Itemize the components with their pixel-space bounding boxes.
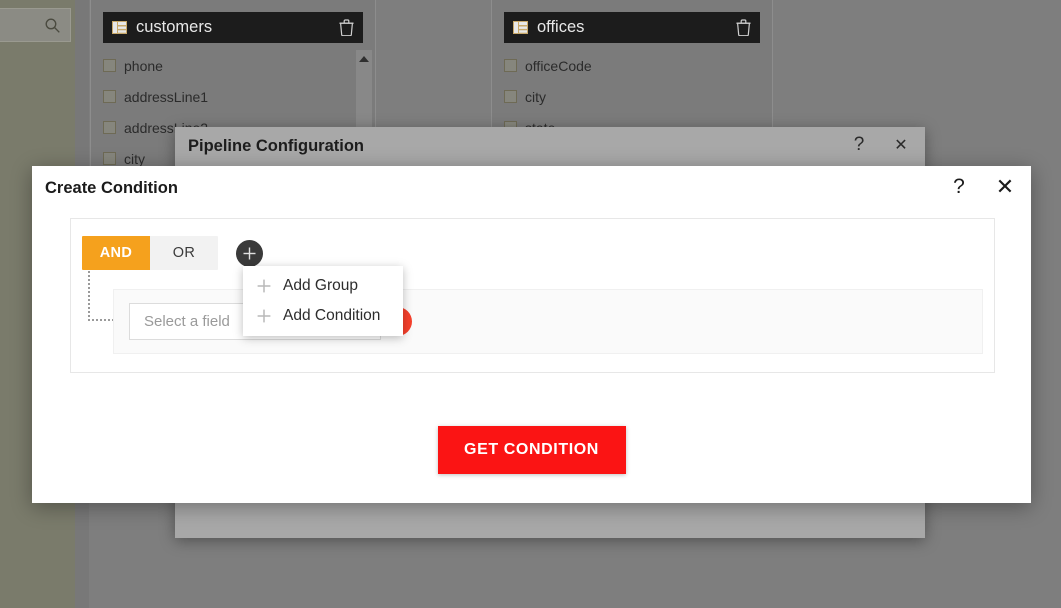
dialog-title: Create Condition <box>45 179 178 197</box>
operator-toggle-group: AND OR <box>82 236 218 270</box>
menu-item-label: Add Group <box>283 277 358 294</box>
table-card-header[interactable]: customers <box>103 12 363 43</box>
dialog-actions: ? ✕ <box>945 173 1019 201</box>
table-field-label: phone <box>124 57 163 74</box>
table-field-label: city <box>525 88 546 105</box>
table-field-row[interactable]: phone <box>103 50 363 81</box>
trash-icon[interactable] <box>339 19 354 36</box>
create-condition-dialog: Create Condition ? ✕ AND OR Select a fie… <box>32 166 1031 503</box>
close-icon[interactable]: ✕ <box>887 131 915 159</box>
search-input[interactable] <box>0 8 71 42</box>
checkbox[interactable] <box>103 152 116 165</box>
operator-and-button[interactable]: AND <box>82 236 150 270</box>
table-card-offices[interactable]: offices officeCode city state <box>491 0 773 132</box>
dialog-title: Pipeline Configuration <box>188 136 364 155</box>
add-menu-dropdown: Add Group Add Condition <box>243 266 403 336</box>
operator-or-button[interactable]: OR <box>150 236 218 270</box>
plus-icon <box>243 247 256 259</box>
add-menu-button[interactable] <box>236 239 263 267</box>
table-field-row[interactable]: officeCode <box>504 50 760 81</box>
dialog-footer: GET CONDITION <box>32 426 1031 474</box>
menu-item-add-condition[interactable]: Add Condition <box>243 301 403 331</box>
help-icon[interactable]: ? <box>945 173 973 201</box>
table-field-label: city <box>124 150 145 167</box>
checkbox[interactable] <box>504 90 517 103</box>
caret-up-icon[interactable] <box>359 56 369 62</box>
table-field-label: addressLine1 <box>124 88 209 105</box>
table-field-row[interactable]: addressLine1 <box>103 81 363 112</box>
table-name-label: customers <box>136 18 213 36</box>
get-condition-button[interactable]: GET CONDITION <box>437 426 626 474</box>
checkbox[interactable] <box>103 59 116 72</box>
table-name-label: offices <box>537 18 585 36</box>
trash-icon[interactable] <box>736 19 751 36</box>
dialog-titlebar: Pipeline Configuration ? ✕ <box>175 127 925 165</box>
condition-group-panel: AND OR Select a field <box>70 218 995 373</box>
dialog-body: AND OR Select a field GET CONDITION <box>32 211 1031 503</box>
menu-item-add-group[interactable]: Add Group <box>243 271 403 301</box>
checkbox[interactable] <box>103 121 116 134</box>
checkbox[interactable] <box>103 90 116 103</box>
table-icon <box>513 21 528 34</box>
checkbox[interactable] <box>504 59 517 72</box>
help-icon[interactable]: ? <box>845 131 873 159</box>
app-root: customers phone addressLine1 addressLine… <box>0 0 1061 608</box>
dialog-titlebar: Create Condition ? ✕ <box>32 166 1031 211</box>
dialog-actions: ? ✕ <box>845 131 915 159</box>
group-header: AND OR <box>82 236 263 270</box>
table-field-list: officeCode city state <box>504 50 760 131</box>
search-icon <box>45 18 60 33</box>
menu-item-label: Add Condition <box>283 307 381 324</box>
plus-icon <box>257 309 271 323</box>
table-field-row[interactable]: city <box>504 81 760 112</box>
close-icon[interactable]: ✕ <box>991 173 1019 201</box>
plus-icon <box>257 279 271 293</box>
table-field-label: officeCode <box>525 57 592 74</box>
table-icon <box>112 21 127 34</box>
table-card-header[interactable]: offices <box>504 12 760 43</box>
